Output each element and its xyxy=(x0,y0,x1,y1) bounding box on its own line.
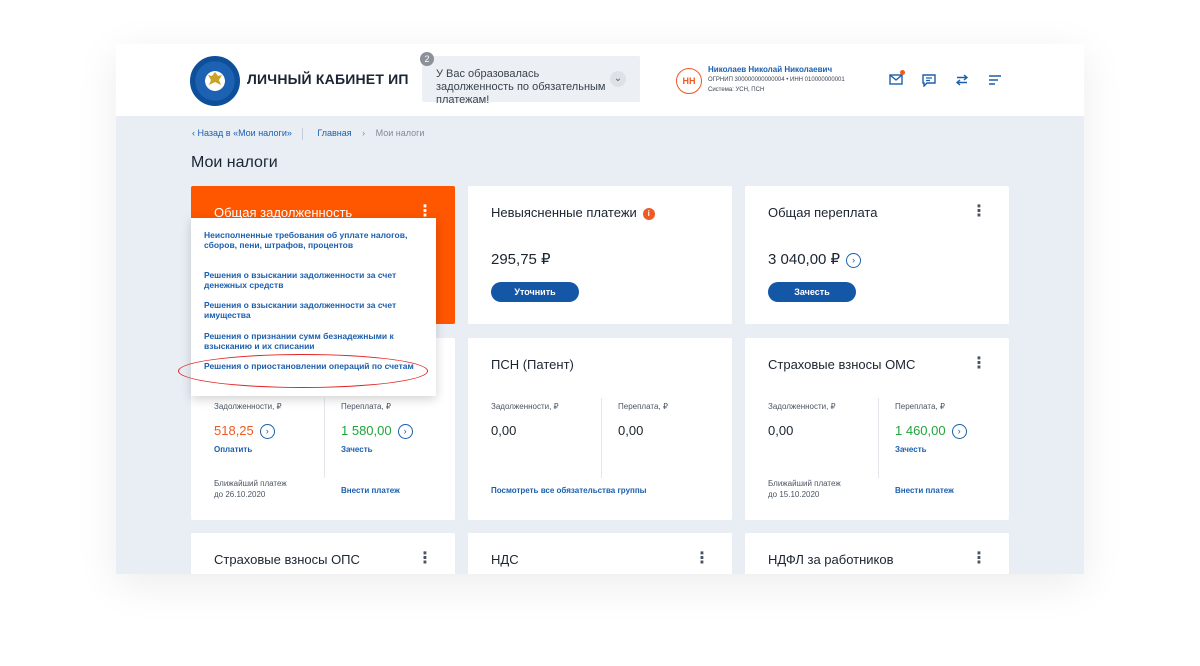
fns-logo[interactable] xyxy=(190,56,240,106)
amount: 3 040,00 ₽ › xyxy=(768,250,862,268)
debt-column: Задолженности, ₽ 518,25 › Оплатить xyxy=(214,402,282,454)
overpay-column: Переплата, ₽ 1 460,00 › Зачесть xyxy=(895,402,967,454)
debt-label: Задолженности, ₽ xyxy=(491,402,559,411)
user-info[interactable]: Николаев Николай Николаевич ОГРНИП 30000… xyxy=(708,65,845,94)
page-title: Мои налоги xyxy=(191,154,278,171)
next-payment-label: Ближайший платеж xyxy=(214,479,287,488)
menu-item-unfulfilled-requirements[interactable]: Неисполненные требования об уплате налог… xyxy=(204,230,422,250)
card-title-text: Невыясненные платежи xyxy=(491,205,637,220)
card-psn: ПСН (Патент) Задолженности, ₽ 0,00 Переп… xyxy=(468,338,732,520)
notice-text: У Вас образовалась задолженность по обяз… xyxy=(436,68,606,106)
card-ops: Страховые взносы ОПС ⋮ xyxy=(191,533,455,574)
card-title: Страховые взносы ОМС xyxy=(768,357,916,372)
debt-value: 0,00 xyxy=(768,423,794,438)
card-oms: Страховые взносы ОМС ⋮ Задолженности, ₽ … xyxy=(745,338,1009,520)
overpay-column: Переплата, ₽ 0,00 xyxy=(618,402,668,438)
breadcrumb-arrow-icon: › xyxy=(362,128,366,139)
user-name: Николаев Николай Николаевич xyxy=(708,65,833,74)
menu-item-recovery-property[interactable]: Решения о взыскании задолженности за сче… xyxy=(204,300,422,320)
make-payment-link[interactable]: Внести платеж xyxy=(341,486,400,495)
app-title[interactable]: ЛИЧНЫЙ КАБИНЕТ ИП xyxy=(247,71,409,87)
card-unclear-payments: Невыясненные платежи i 295,75 ₽ Уточнить xyxy=(468,186,732,324)
card-title: Невыясненные платежи i xyxy=(491,205,655,220)
card-title: НДФЛ за работников xyxy=(768,552,894,567)
avatar[interactable]: НН xyxy=(676,68,702,94)
overpay-label: Переплата, ₽ xyxy=(341,402,391,411)
arrow-right-circle-icon[interactable]: › xyxy=(951,424,967,439)
mail-icon[interactable] xyxy=(884,68,908,92)
card-total-overpayment: Общая переплата ⋮ 3 040,00 ₽ › Зачесть xyxy=(745,186,1009,324)
view-all-obligations-link[interactable]: Посмотреть все обязательства группы xyxy=(491,486,647,495)
pay-link[interactable]: Оплатить xyxy=(214,445,282,454)
offset-link[interactable]: Зачесть xyxy=(895,445,967,454)
next-payment-date: до 15.10.2020 xyxy=(768,490,820,499)
highlight-ellipse xyxy=(178,354,428,388)
kebab-menu-icon[interactable]: ⋮ xyxy=(694,551,710,567)
user-ids: ОГРНИП 300000000000004 • ИНН 01000000000… xyxy=(708,77,845,83)
app-window: ЛИЧНЫЙ КАБИНЕТ ИП 2 У Вас образовалась з… xyxy=(116,44,1084,574)
unread-dot xyxy=(900,70,905,75)
amount-value: 3 040,00 ₽ xyxy=(768,251,841,268)
card-title: Общая переплата xyxy=(768,205,878,220)
breadcrumb-back-link[interactable]: ‹ Назад в «Мои налоги» xyxy=(192,128,292,138)
swap-icon[interactable] xyxy=(950,68,974,92)
divider xyxy=(878,398,879,478)
debt-amount: 518,25 xyxy=(214,423,254,438)
arrow-right-circle-icon[interactable]: › xyxy=(397,424,413,439)
chat-icon[interactable] xyxy=(917,68,941,92)
overpay-value: 1 460,00 › xyxy=(895,423,967,439)
kebab-menu-icon[interactable]: ⋮ xyxy=(971,356,987,372)
overpay-amount: 1 580,00 xyxy=(341,423,392,438)
card-title: Страховые взносы ОПС xyxy=(214,552,360,567)
menu-icon[interactable] xyxy=(983,68,1007,92)
amount: 295,75 ₽ xyxy=(491,251,551,268)
debt-label: Задолженности, ₽ xyxy=(768,402,836,411)
top-header: ЛИЧНЫЙ КАБИНЕТ ИП 2 У Вас образовалась з… xyxy=(116,44,1084,116)
next-payment: Ближайший платеж до 26.10.2020 xyxy=(214,478,287,500)
overpay-amount: 1 460,00 xyxy=(895,423,946,438)
offset-button[interactable]: Зачесть xyxy=(768,282,856,302)
make-payment-link[interactable]: Внести платеж xyxy=(895,486,954,495)
menu-item-recovery-funds[interactable]: Решения о взыскании задолженности за сче… xyxy=(204,270,422,290)
info-icon[interactable]: i xyxy=(642,208,655,220)
next-payment-label: Ближайший платеж xyxy=(768,479,841,488)
card-nds: НДС ⋮ xyxy=(468,533,732,574)
debt-value: 0,00 xyxy=(491,423,517,438)
arrow-right-circle-icon[interactable]: › xyxy=(846,253,862,268)
overpay-value: 0,00 xyxy=(618,423,644,438)
overpay-value: 1 580,00 › xyxy=(341,423,413,439)
card-title: НДС xyxy=(491,552,519,567)
user-tax-system: Система: УСН, ПСН xyxy=(708,87,765,93)
kebab-menu-icon[interactable]: ⋮ xyxy=(971,551,987,567)
debt-value: 518,25 › xyxy=(214,423,282,439)
arrow-right-circle-icon[interactable]: › xyxy=(259,424,275,439)
overpay-label: Переплата, ₽ xyxy=(618,402,668,411)
chevron-down-icon[interactable]: ⌄ xyxy=(610,71,626,87)
clarify-button[interactable]: Уточнить xyxy=(491,282,579,302)
breadcrumb-current: Мои налоги xyxy=(375,128,425,139)
debt-notice[interactable]: 2 У Вас образовалась задолженность по об… xyxy=(420,52,640,106)
notice-count-badge: 2 xyxy=(420,52,434,66)
overpay-label: Переплата, ₽ xyxy=(895,402,945,411)
divider xyxy=(324,398,325,478)
kebab-menu-icon[interactable]: ⋮ xyxy=(417,551,433,567)
menu-item-bad-debt-writeoff[interactable]: Решения о признании сумм безнадежными к … xyxy=(204,331,422,351)
debt-column: Задолженности, ₽ 0,00 xyxy=(768,402,836,438)
breadcrumb: ‹ Назад в «Мои налоги» Главная › Мои нал… xyxy=(192,128,432,140)
debt-label: Задолженности, ₽ xyxy=(214,402,282,411)
offset-link[interactable]: Зачесть xyxy=(341,445,413,454)
card-title: ПСН (Патент) xyxy=(491,357,574,372)
kebab-menu-icon[interactable]: ⋮ xyxy=(971,204,987,220)
next-payment: Ближайший платеж до 15.10.2020 xyxy=(768,478,841,500)
breadcrumb-home-link[interactable]: Главная xyxy=(317,128,351,138)
eagle-emblem-icon xyxy=(208,72,222,85)
divider xyxy=(601,398,602,478)
next-payment-date: до 26.10.2020 xyxy=(214,490,266,499)
card-ndfl: НДФЛ за работников ⋮ xyxy=(745,533,1009,574)
debt-column: Задолженности, ₽ 0,00 xyxy=(491,402,559,438)
overpay-column: Переплата, ₽ 1 580,00 › Зачесть xyxy=(341,402,413,454)
